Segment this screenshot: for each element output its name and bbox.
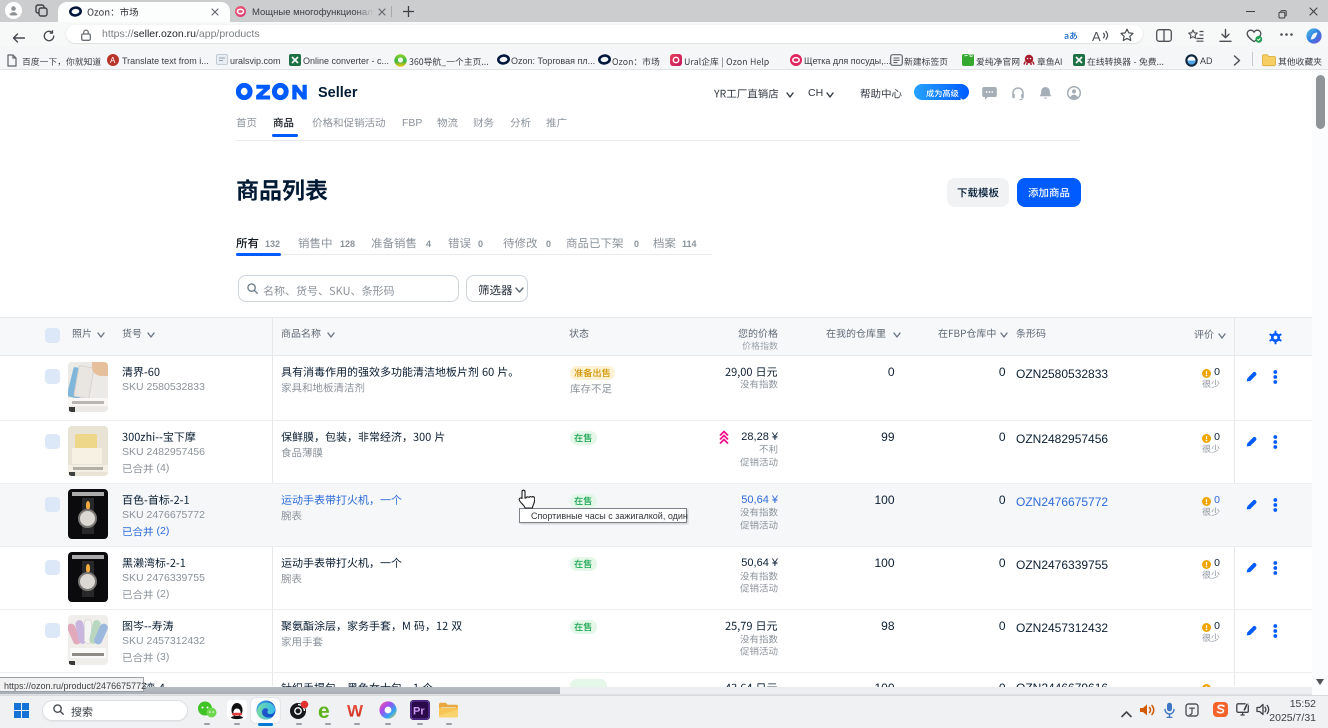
svg-text:e: e <box>318 700 330 720</box>
svg-text:A: A <box>1092 29 1101 44</box>
svg-text:A: A <box>110 56 116 65</box>
svg-text:Pr: Pr <box>413 706 425 718</box>
svg-text:W: W <box>347 702 364 721</box>
